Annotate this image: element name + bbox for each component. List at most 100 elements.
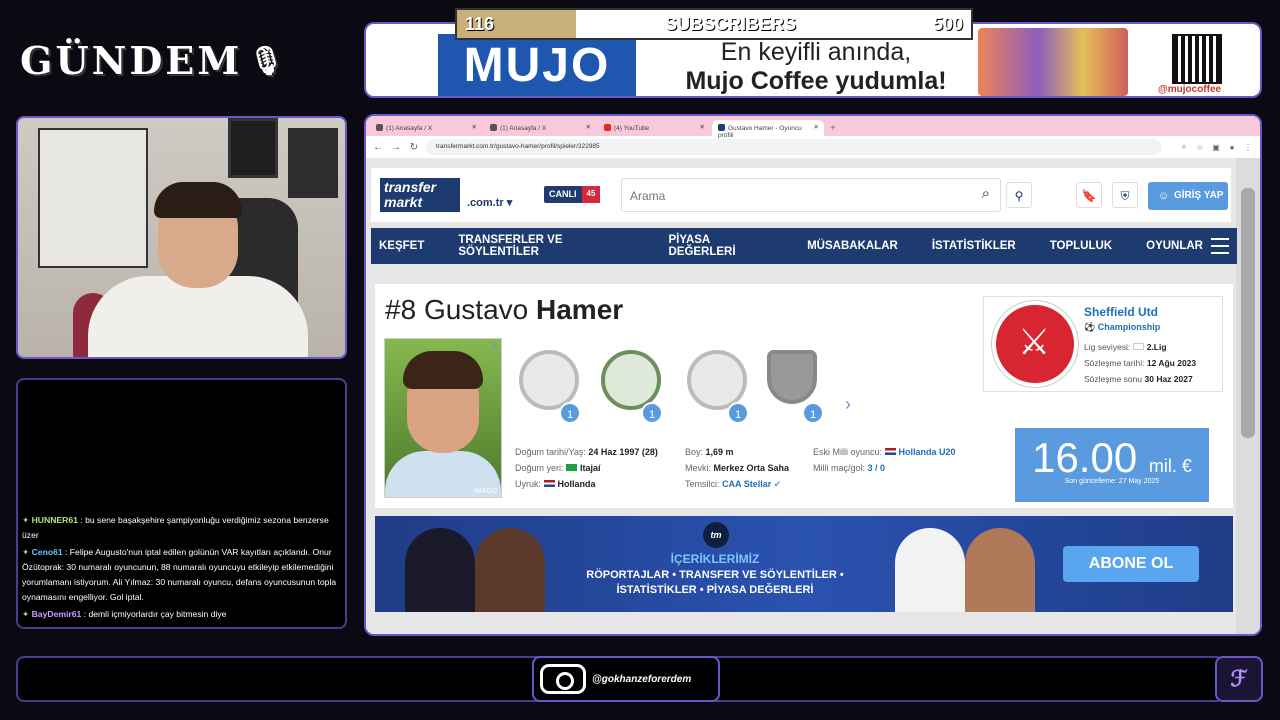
browser-tab-active[interactable]: Gustavo Hamer - Oyuncu profili ✕ [712,120,824,139]
profile-icon[interactable]: ● [1226,143,1238,152]
market-value: 16.00 [1032,434,1138,481]
hamburger-menu-icon[interactable] [1211,238,1229,254]
back-icon[interactable]: ← [372,142,384,153]
info-label: Doğum tarihi/Yaş: [515,447,586,457]
close-icon[interactable]: ✕ [814,123,819,131]
ad-line-2: İSTATİSTİKLER • PİYASA DEĞERLERİ [616,584,814,596]
trophy-item[interactable]: 1 [758,350,826,424]
browser-tab[interactable]: (4) YouTube ✕ [598,120,710,136]
eredivisie-badge-icon [601,350,661,410]
wall-frame [228,118,278,178]
trophy-item[interactable]: 1 [683,350,751,424]
browser-tab[interactable]: (1) Anasayfa / X ✕ [370,120,482,136]
player-photo[interactable]: + IMAGO [384,338,502,498]
nav-item-market-values[interactable]: PİYASA DEĞERLERİ [668,234,773,258]
login-button[interactable]: GİRİŞ YAP [1148,182,1228,210]
instagram-handle: @gokhanzeforerdem [592,673,692,685]
trophy-count: 1 [727,402,749,424]
scrollbar[interactable] [1236,158,1260,634]
browser-tab[interactable]: (1) Anasayfa / X ✕ [484,120,596,136]
shield-icon[interactable]: ⛨ [1112,182,1138,208]
market-value-box[interactable]: 16.00 mil. € Son güncelleme: 27 May 2025 [1015,428,1209,502]
nav-item-community[interactable]: TOPLULUK [1050,240,1112,252]
zoom-icon[interactable]: ⌕ [1178,142,1190,152]
bookmark-star-icon[interactable]: ☆ [1194,143,1206,152]
search-input[interactable]: Arama ⌕ [621,178,1001,212]
microphone-icon: 🎙 [248,43,287,77]
nav-item-competitions[interactable]: MÜSABAKALAR [807,240,898,252]
photo-hair [403,351,483,389]
subscriber-label: SUBSCRIBERS [665,14,797,34]
close-icon[interactable]: ✕ [586,123,591,131]
nav-item-games[interactable]: OYUNLAR [1146,240,1203,252]
chat-badge-icon: ✦ [22,515,30,525]
trophy-item[interactable]: 1 [515,350,583,424]
player-last-name: Hamer [536,294,624,325]
tm-badge-icon: tm [703,522,729,548]
club-crest-icon[interactable] [991,300,1079,388]
tab-label: (4) YouTube [614,125,650,132]
extensions-icon[interactable]: ▣ [1210,143,1222,152]
chat-panel: ✦ HUNNER61 : bu sene başakşehire şampiyo… [16,378,347,629]
nav-item-transfers[interactable]: TRANSFERLER VE SÖYLENTİLER [458,234,634,258]
info-label: Lig seviyesi: [1084,342,1131,352]
domain-selector[interactable]: .com.tr ▾ [467,196,512,209]
subscribe-button[interactable]: ABONE OL [1063,546,1199,582]
bookmark-icon[interactable]: 🔖 [1076,182,1102,208]
chat-message: ✦ Ceno61 : Felipe Augusto'nun iptal edil… [22,545,339,605]
subscriber-goal-bar: 116 SUBSCRIBERS 500 [455,8,973,40]
scrollbar-thumb[interactable] [1241,188,1255,438]
position: Merkez Orta Saha [713,463,790,473]
forward-icon[interactable]: → [390,142,402,153]
nav-item-kesfet[interactable]: KEŞFET [379,240,424,252]
brazil-flag-icon [566,464,578,471]
trophy-count: 1 [802,402,824,424]
player-first-name: Gustavo [423,294,529,325]
league-link[interactable]: ⚽ Championship [1084,322,1160,333]
web-page: transfer markt .com.tr ▾ CANLI 45 Arama … [366,158,1260,634]
instagram-tag: @gokhanzeforerdem [532,656,720,702]
nav-item-statistics[interactable]: İSTATİSTİKLER [932,240,1016,252]
player-info-col-2: Boy: 1,69 m Mevki: Merkez Orta Saha Tems… [685,444,789,492]
chevron-down-icon: ▾ [506,197,513,209]
close-icon[interactable]: ✕ [700,123,705,131]
live-button[interactable]: CANLI 45 [544,186,600,203]
agent-link[interactable]: CAA Stellar [722,479,771,489]
subscribe-ad-banner[interactable]: tm İÇERİKLERİMİZ RÖPORTAJLAR • TRANSFER … [375,516,1233,612]
new-tab-icon[interactable]: + [826,123,840,136]
tab-label: (1) Anasayfa / X [386,125,433,132]
plus-icon[interactable]: + [491,339,498,353]
height: 1,69 m [705,447,734,457]
trophy-item[interactable]: 1 [597,350,665,424]
site-logo[interactable]: transfer markt [380,178,460,212]
trophy-count: 1 [559,402,581,424]
contract-joined: 12 Ağu 2023 [1146,358,1197,368]
club-name-link[interactable]: Sheffield Utd [1084,305,1158,319]
address-bar[interactable]: transfermarkt.com.tr/gustavo-hamer/profi… [426,139,1162,155]
netherlands-flag-icon [884,448,896,455]
ad-player-image [475,528,545,612]
caps-link[interactable]: 3 / 0 [868,463,886,473]
player-profile-card: #8 Gustavo Hamer + IMAGO 1 1 1 1 › Doğum… [375,284,1233,508]
site-logo-line-1: transfer [384,179,437,195]
search-icon[interactable]: ⌕ [982,185,990,202]
product-image [978,28,1128,96]
chat-text: : Felipe Augusto'nun iptal edilen golünü… [22,547,337,602]
chevron-right-icon[interactable]: › [845,394,851,415]
info-label: Sözleşme sonu [1084,374,1143,384]
netherlands-flag-icon [543,480,555,487]
chat-nick: Ceno61 [31,547,63,557]
close-icon[interactable]: ✕ [472,123,477,131]
user-search-icon[interactable]: ⚲ [1006,182,1032,208]
webcam-feed [16,116,347,359]
subscriber-goal: 500 [932,14,963,34]
league-level: 2.Lig [1146,342,1167,352]
transfermarkt-icon [718,124,725,131]
reload-icon[interactable]: ↻ [408,142,420,153]
tab-label: (1) Anasayfa / X [500,125,547,132]
player-name: #8 Gustavo Hamer [385,294,623,326]
menu-kebab-icon[interactable]: ⋮ [1242,143,1254,152]
player-number: #8 [385,294,417,325]
chat-nick: HUNNER61 [31,515,78,525]
national-team-link[interactable]: Hollanda U20 [899,447,956,457]
